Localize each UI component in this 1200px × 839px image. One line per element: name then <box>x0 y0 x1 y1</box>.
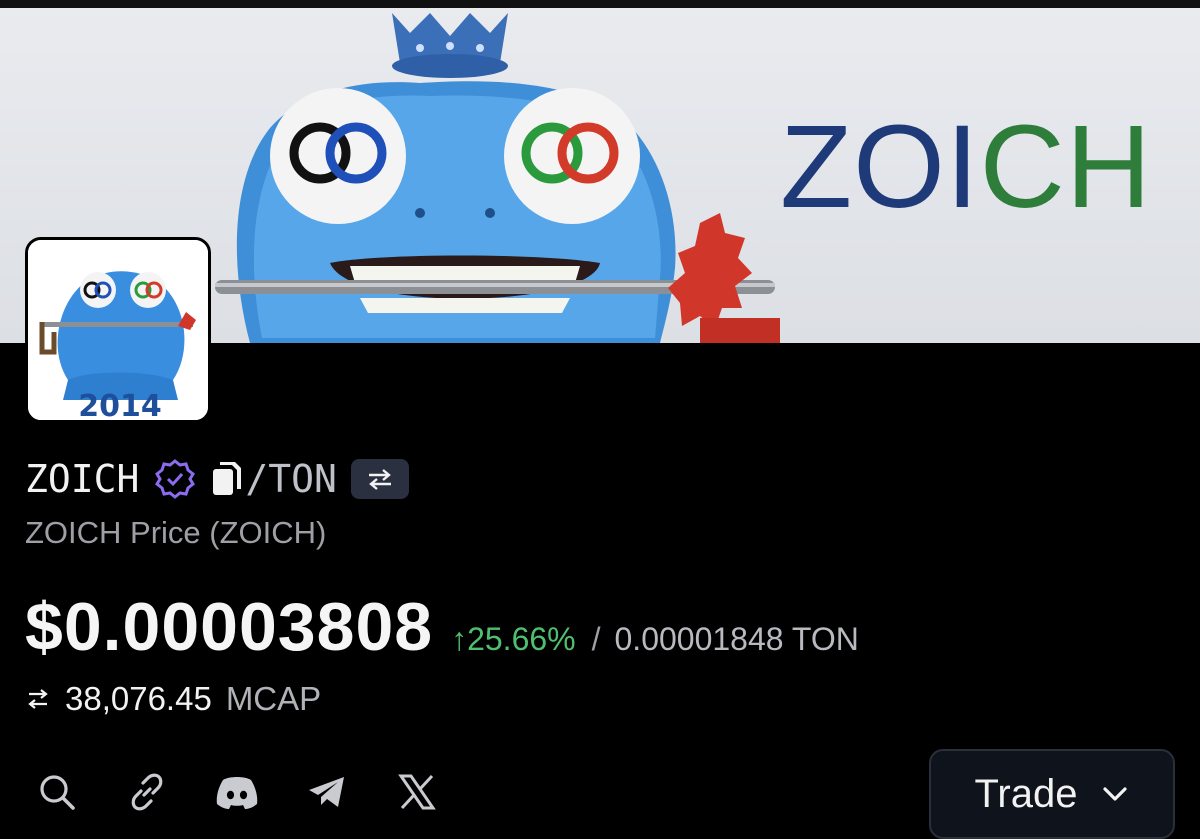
trade-button-label: Trade <box>974 771 1078 816</box>
telegram-icon <box>309 777 344 807</box>
swap-pair-button[interactable] <box>350 459 409 499</box>
banner-title-part2: CH <box>979 101 1153 233</box>
price-change-value: 25.66% <box>467 621 576 657</box>
banner-title-part1: ZOI <box>780 101 980 233</box>
mcap-label: MCAP <box>225 680 322 717</box>
discord-link-button[interactable] <box>215 770 259 814</box>
top-bar <box>0 0 1200 8</box>
telegram-link-button[interactable] <box>305 770 349 814</box>
link-icon <box>131 773 163 811</box>
website-link-button[interactable] <box>125 770 169 814</box>
discord-icon <box>216 777 258 809</box>
banner-title: ZOICH <box>780 108 1152 226</box>
arrow-up-icon: ↑ <box>451 621 468 657</box>
crown-graphic <box>392 13 508 78</box>
mcap-row: 38,076.45 MCAP <box>25 680 321 718</box>
token-name-row: ZOICH /TON <box>25 455 409 503</box>
x-icon <box>398 774 436 810</box>
swap-arrows-icon <box>368 469 391 490</box>
social-links <box>35 770 485 814</box>
search-icon <box>40 775 75 810</box>
search-button[interactable] <box>35 770 79 814</box>
mcap-value: 38,076.45 <box>65 680 212 717</box>
token-subtitle: ZOICH Price (ZOICH) <box>25 515 327 550</box>
pair-suffix: /TON <box>245 457 337 501</box>
verified-badge-icon <box>155 459 196 499</box>
ton-price: 0.00001848 TON <box>614 621 859 657</box>
avatar-mascot-image: 2014 <box>28 240 208 420</box>
usd-price: $0.00003808 <box>25 589 434 665</box>
trade-button[interactable]: Trade <box>929 749 1175 839</box>
token-name: ZOICH <box>25 457 140 501</box>
avatar-year-text: 2014 <box>78 389 162 420</box>
copy-address-icon[interactable] <box>211 459 243 499</box>
swap-arrows-icon <box>28 689 48 709</box>
price-row: $0.00003808 ↑25.66% / 0.00001848 TON <box>25 588 859 666</box>
token-avatar: 2014 <box>25 237 211 423</box>
price-separator: / <box>591 621 601 657</box>
price-change: ↑25.66% <box>451 621 576 658</box>
x-link-button[interactable] <box>395 770 439 814</box>
chevron-down-icon <box>1102 787 1127 801</box>
